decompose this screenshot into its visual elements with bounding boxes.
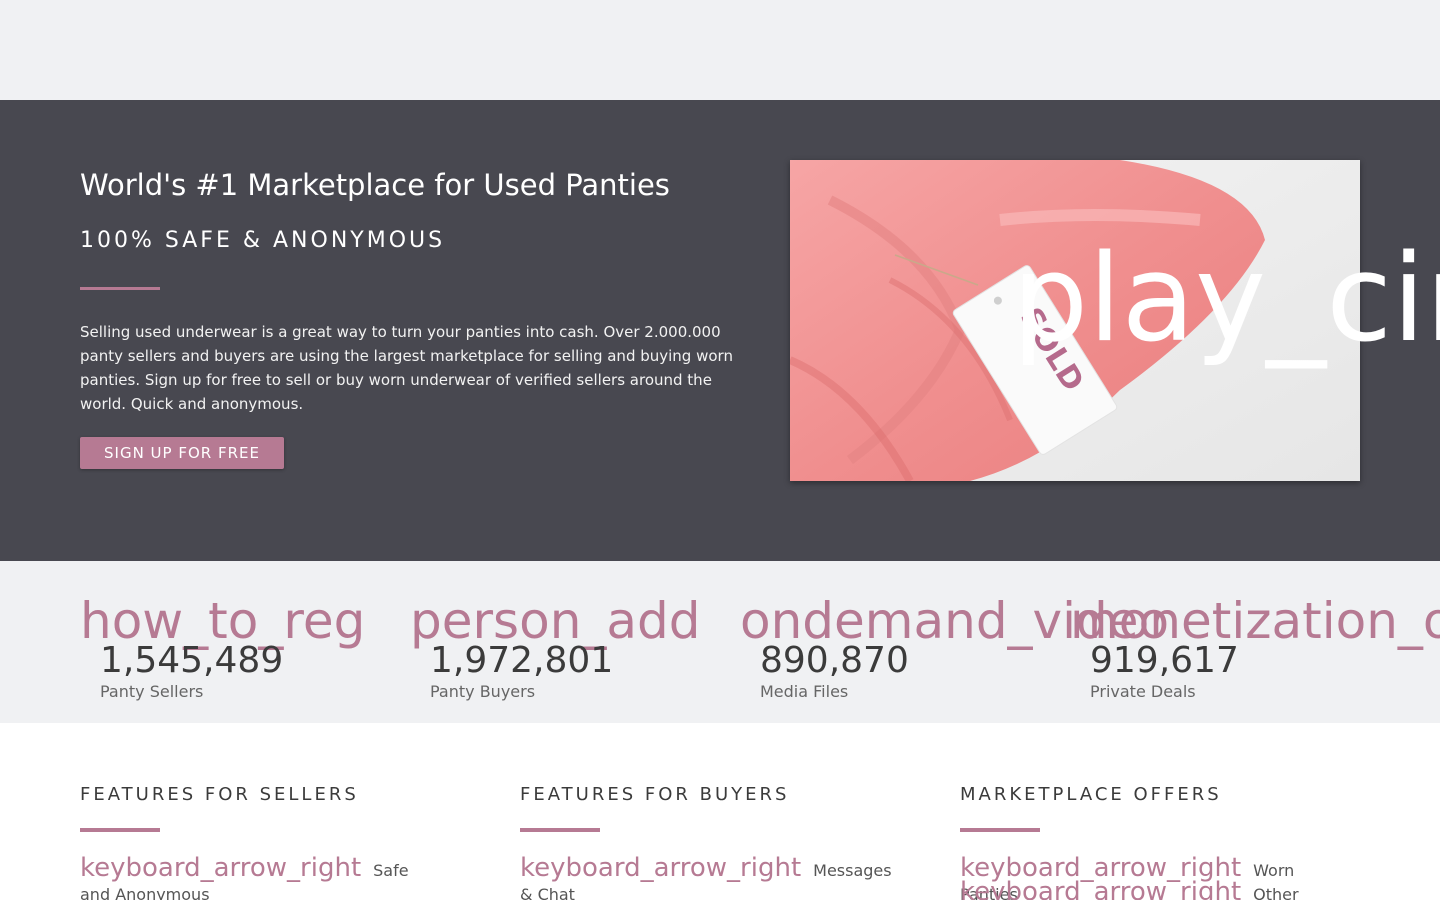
- stat-label-deals: Private Deals: [1090, 682, 1196, 701]
- stats-section: how_to_reg 1,545,489 Panty Sellers perso…: [0, 561, 1440, 723]
- hero-divider: [80, 287, 160, 290]
- top-navbar: [0, 0, 1440, 100]
- features-section: FEATURES FOR SELLERS keyboard_arrow_righ…: [0, 723, 1440, 900]
- offers-divider: [960, 828, 1040, 832]
- hero-title: World's #1 Marketplace for Used Panties: [80, 168, 670, 202]
- stat-value-buyers: 1,972,801: [430, 640, 614, 681]
- stat-value-media: 890,870: [760, 640, 909, 681]
- keyboard-arrow-right-icon: keyboard_arrow_right: [80, 853, 362, 883]
- buyers-features-heading: FEATURES FOR BUYERS: [520, 784, 790, 805]
- stat-label-sellers: Panty Sellers: [100, 682, 204, 701]
- keyboard-arrow-right-icon: keyboard_arrow_right: [960, 877, 1242, 900]
- sellers-features-heading: FEATURES FOR SELLERS: [80, 784, 359, 805]
- offers-heading: MARKETPLACE OFFERS: [960, 784, 1222, 805]
- sellers-divider: [80, 828, 160, 832]
- buyers-feature-item[interactable]: keyboard_arrow_right Messages & Chat: [520, 853, 892, 900]
- stat-value-deals: 919,617: [1090, 640, 1239, 681]
- buyers-divider: [520, 828, 600, 832]
- keyboard-arrow-right-icon: keyboard_arrow_right: [520, 853, 802, 883]
- hero-description: Selling used underwear is a great way to…: [80, 323, 733, 413]
- stat-label-media: Media Files: [760, 682, 849, 701]
- stat-value-sellers: 1,545,489: [100, 640, 284, 681]
- signup-button[interactable]: SIGN UP FOR FREE: [80, 437, 284, 469]
- offer-item-other-worn[interactable]: keyboard_arrow_rightOther Worn: [960, 877, 1320, 900]
- play-circle-icon[interactable]: play_circle: [1012, 240, 1440, 360]
- stat-label-buyers: Panty Buyers: [430, 682, 536, 701]
- sellers-feature-item[interactable]: keyboard_arrow_right Safe and Anonymous: [80, 853, 440, 900]
- hero-section: World's #1 Marketplace for Used Panties …: [0, 100, 1440, 561]
- hero-subtitle: 100% SAFE & ANONYMOUS: [80, 228, 446, 253]
